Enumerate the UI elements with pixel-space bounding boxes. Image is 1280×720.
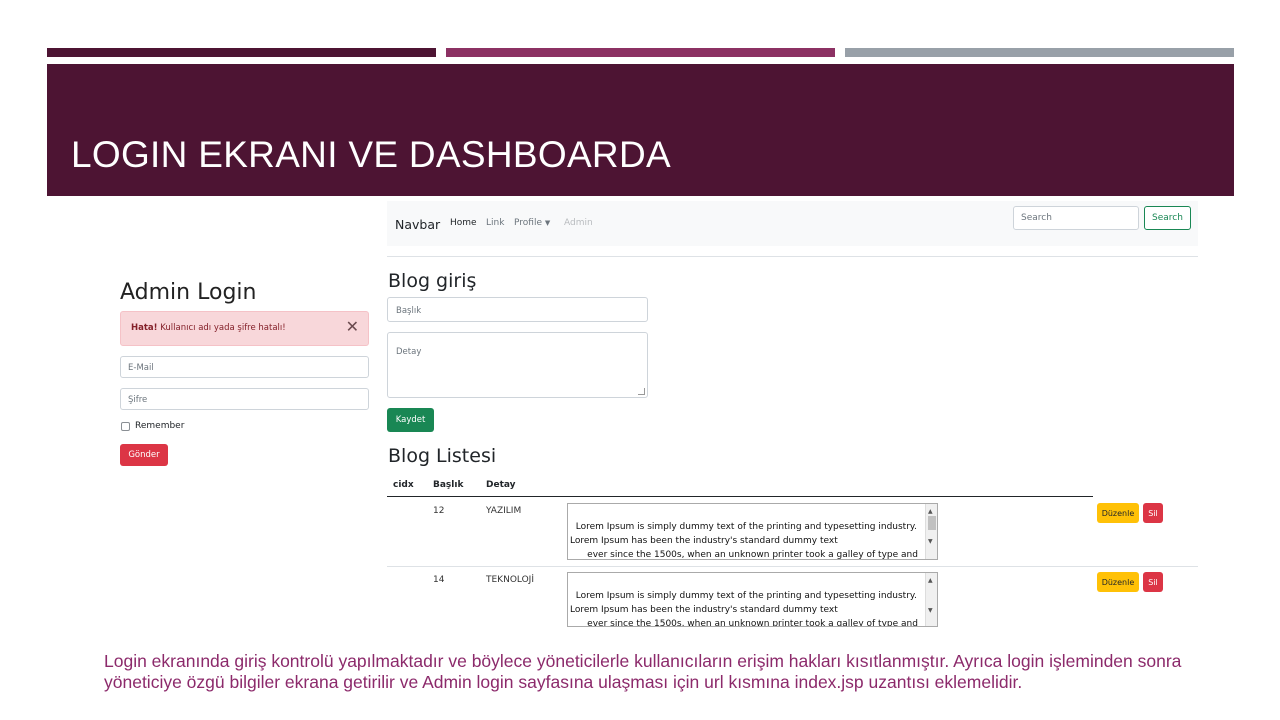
- row-detail-text: Lorem Ipsum is simply dummy text of the …: [570, 522, 918, 560]
- header-detail: Detay: [486, 480, 516, 490]
- scroll-thumb[interactable]: [928, 516, 936, 530]
- scroll-up-icon[interactable]: ▲: [928, 574, 933, 588]
- remember-label: Remember: [135, 421, 185, 431]
- nav-profile-label: Profile: [514, 218, 542, 228]
- alert-text: Kullanıcı adı yada şifre hatalı!: [157, 323, 286, 333]
- save-button[interactable]: Kaydet: [387, 408, 434, 432]
- blog-title-input[interactable]: Başlık: [387, 297, 648, 322]
- scroll-down-icon[interactable]: ▼: [928, 604, 933, 618]
- top-bar-accent: [446, 48, 835, 57]
- password-field[interactable]: Şifre: [120, 388, 369, 410]
- nav-admin-link: Admin: [564, 218, 593, 228]
- alert-strong: Hata!: [131, 323, 158, 333]
- table-header-line: [387, 496, 1093, 497]
- row-id: 12: [433, 506, 445, 516]
- navbar: Navbar Home Link Profile ▼ Admin Search …: [387, 201, 1198, 246]
- row-detail-textarea[interactable]: Lorem Ipsum is simply dummy text of the …: [567, 503, 938, 560]
- nav-profile-dropdown[interactable]: Profile ▼: [514, 218, 550, 228]
- nav-link[interactable]: Link: [486, 218, 504, 228]
- row-title: YAZILIM: [486, 506, 522, 516]
- navbar-brand[interactable]: Navbar: [395, 217, 440, 232]
- checkbox-icon[interactable]: [121, 421, 130, 431]
- slide-title: LOGIN EKRANI VE DASHBOARDA: [71, 134, 671, 175]
- scroll-down-icon[interactable]: ▼: [928, 535, 933, 549]
- header-cidx: cidx: [393, 480, 414, 490]
- error-alert: Hata! Kullanıcı adı yada şifre hatalı! ✕: [120, 311, 369, 346]
- scrollbar[interactable]: ▲ ▼: [925, 504, 937, 559]
- blog-form-title: Blog giriş: [388, 270, 477, 292]
- caret-down-icon: ▼: [544, 219, 551, 227]
- title-band: LOGIN EKRANI VE DASHBOARDA: [47, 64, 1234, 196]
- search-input[interactable]: Search: [1013, 206, 1139, 230]
- row-title: TEKNOLOJİ: [486, 575, 534, 585]
- blog-detail-placeholder: Detay: [396, 347, 422, 357]
- delete-button[interactable]: Sil: [1143, 503, 1163, 523]
- resize-grip-icon[interactable]: [638, 388, 645, 395]
- row-divider: [387, 566, 1198, 567]
- row-detail-text: Lorem Ipsum is simply dummy text of the …: [570, 591, 918, 627]
- row-id: 14: [433, 575, 445, 585]
- nav-home-link[interactable]: Home: [450, 218, 477, 228]
- row-detail-textarea[interactable]: Lorem Ipsum is simply dummy text of the …: [567, 572, 938, 627]
- slide-caption: Login ekranında giriş kontrolü yapılmakt…: [104, 651, 1182, 692]
- top-bar-gray: [845, 48, 1234, 57]
- submit-button[interactable]: Gönder: [120, 444, 168, 466]
- edit-button[interactable]: Düzenle: [1097, 572, 1139, 592]
- divider: [387, 256, 1198, 257]
- scrollbar[interactable]: ▲ ▼: [925, 573, 937, 626]
- blog-detail-textarea[interactable]: Detay: [387, 332, 648, 398]
- email-field[interactable]: E-Mail: [120, 356, 369, 378]
- header-title: Başlık: [433, 480, 464, 490]
- blog-list-title: Blog Listesi: [388, 445, 497, 467]
- admin-login-title: Admin Login: [120, 280, 257, 305]
- top-bar-dark: [47, 48, 436, 57]
- remember-checkbox[interactable]: Remember: [121, 421, 184, 431]
- delete-button[interactable]: Sil: [1143, 572, 1163, 592]
- edit-button[interactable]: Düzenle: [1097, 503, 1139, 523]
- search-button[interactable]: Search: [1144, 206, 1191, 230]
- close-icon[interactable]: ✕: [346, 319, 359, 335]
